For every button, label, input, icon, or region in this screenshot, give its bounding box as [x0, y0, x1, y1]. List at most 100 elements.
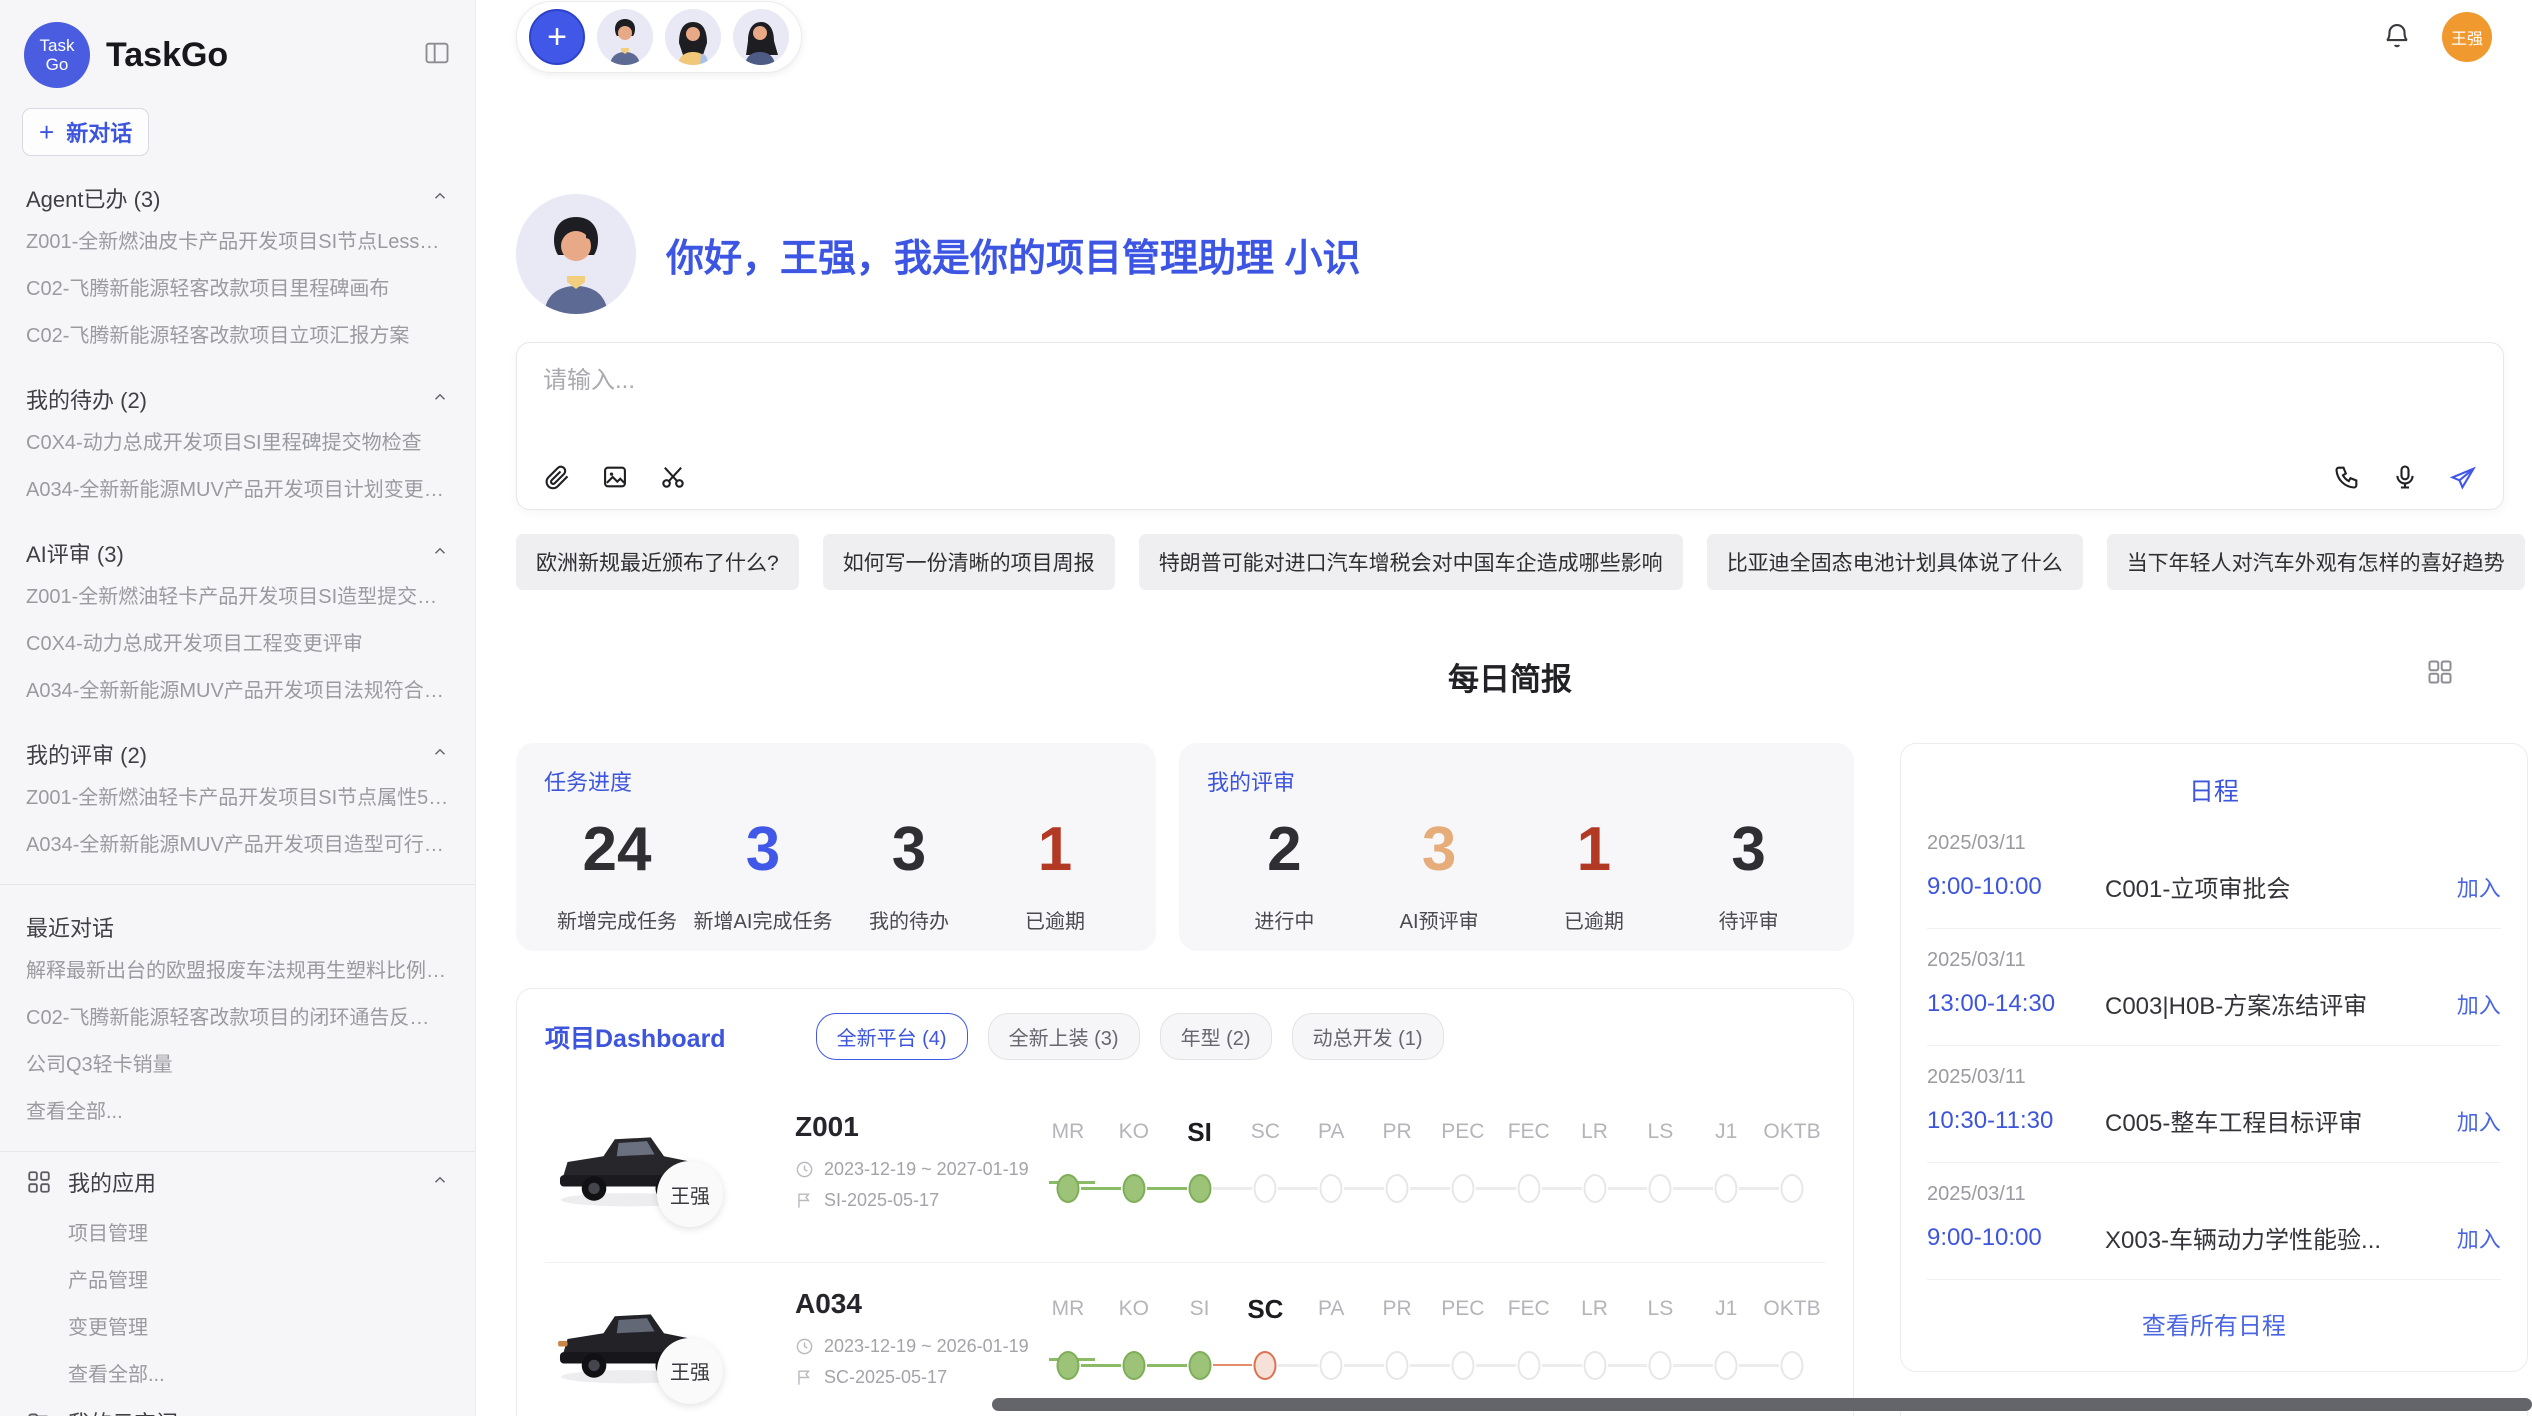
- attachment-icon[interactable]: [543, 463, 571, 491]
- divider: [0, 1151, 475, 1152]
- sidebar-item-cloud-space[interactable]: 我的云空间: [22, 1396, 453, 1416]
- milestone-connector: [1344, 1187, 1384, 1190]
- recent-chat-item[interactable]: 查看全部...: [22, 1086, 453, 1133]
- chat-input[interactable]: [543, 367, 2477, 395]
- section-header-recent: 最近对话: [26, 911, 449, 943]
- assistant-avatar[interactable]: [733, 9, 789, 65]
- new-chat-label: 新对话: [66, 116, 132, 148]
- sidebar-item[interactable]: C02-飞腾新能源轻客改款项目里程碑画布: [22, 263, 453, 310]
- milestone-label: SC: [1232, 1112, 1298, 1152]
- milestone-node: [1649, 1174, 1672, 1203]
- sidebar-item[interactable]: C02-飞腾新能源轻客改款项目立项汇报方案: [22, 310, 453, 357]
- app-item[interactable]: 变更管理: [22, 1302, 453, 1349]
- chevron-up-icon[interactable]: [431, 1169, 449, 1195]
- recent-list: 解释最新出台的欧盟报废车法规再生塑料比例被调至15%...C02-飞腾新能源轻客…: [22, 945, 453, 1133]
- view-all-schedule-link[interactable]: 查看所有日程: [1927, 1280, 2501, 1361]
- join-event-link[interactable]: 加入: [2457, 988, 2501, 1020]
- add-assistant-button[interactable]: +: [529, 9, 585, 65]
- milestone: LS: [1627, 1289, 1693, 1393]
- project-row[interactable]: 王强 Z001 2023-12-19 ~ 2027-01-19 SI-2025-…: [545, 1086, 1825, 1236]
- topbar: + 王强: [516, 0, 2504, 74]
- event-time: 13:00-14:30: [1927, 990, 2105, 1018]
- chevron-up-icon[interactable]: [431, 386, 449, 412]
- section-list-my-todo: C0X4-动力总成开发项目SI里程碑提交物检查A034-全新新能源MUV产品开发…: [22, 417, 453, 511]
- layout-grid-icon[interactable]: [2426, 658, 2454, 691]
- chevron-up-icon[interactable]: [431, 185, 449, 211]
- chevron-up-icon[interactable]: [431, 540, 449, 566]
- milestone-node: [1517, 1351, 1540, 1380]
- project-owner-badge: 王强: [657, 1161, 723, 1227]
- user-avatar[interactable]: 王强: [2442, 12, 2492, 62]
- greeting-text: 你好，王强，我是你的项目管理助理 小识: [666, 227, 1361, 282]
- sidebar-item[interactable]: C0X4-动力总成开发项目SI里程碑提交物检查: [22, 417, 453, 464]
- section-header-agent-done[interactable]: Agent已办 (3): [26, 182, 449, 214]
- scissors-icon[interactable]: [659, 463, 687, 491]
- clock-icon: [795, 1160, 814, 1179]
- dashboard-filter-chip[interactable]: 年型 (2): [1160, 1013, 1272, 1060]
- milestone-connector: [1344, 1364, 1384, 1367]
- app-title: TaskGo: [106, 36, 407, 75]
- stat-item: 1 已逾期: [982, 811, 1128, 934]
- join-event-link[interactable]: 加入: [2457, 871, 2501, 903]
- project-row[interactable]: 王强 A034 2023-12-19 ~ 2026-01-19 SC-2025-…: [545, 1262, 1825, 1412]
- section-header-ai-review[interactable]: AI评审 (3): [26, 537, 449, 569]
- notifications-bell-icon[interactable]: [2382, 20, 2412, 55]
- sidebar-item[interactable]: Z001-全新燃油皮卡产品开发项目SI节点Lesson Learn报告: [22, 216, 453, 263]
- sidebar-item[interactable]: A034-全新新能源MUV产品开发项目造型可行性评审: [22, 819, 453, 866]
- milestone-node: [1649, 1351, 1672, 1380]
- sidebar-item[interactable]: Z001-全新燃油轻卡产品开发项目SI节点属性5D文件评审: [22, 772, 453, 819]
- sidebar-item-my-apps[interactable]: 我的应用: [22, 1156, 453, 1208]
- cloud-space-label: 我的云空间: [68, 1406, 449, 1416]
- milestone: LR: [1562, 1289, 1628, 1393]
- microphone-icon[interactable]: [2391, 463, 2419, 491]
- sidebar-item[interactable]: A034-全新新能源MUV产品开发项目法规符合性评审: [22, 665, 453, 712]
- milestone-connector: [1081, 1187, 1121, 1190]
- join-event-link[interactable]: 加入: [2457, 1105, 2501, 1137]
- phone-call-icon[interactable]: [2333, 463, 2361, 491]
- recent-chat-item[interactable]: 公司Q3轻卡销量: [22, 1039, 453, 1086]
- dashboard-filter-chip[interactable]: 全新平台 (4): [816, 1013, 968, 1060]
- recent-chat-item[interactable]: 解释最新出台的欧盟报废车法规再生塑料比例被调至15%...: [22, 945, 453, 992]
- assistant-avatar[interactable]: [665, 9, 721, 65]
- event-time: 9:00-10:00: [1927, 1224, 2105, 1252]
- milestone: J1: [1693, 1112, 1759, 1216]
- app-item[interactable]: 产品管理: [22, 1255, 453, 1302]
- suggestion-chip[interactable]: 比亚迪全固态电池计划具体说了什么: [1707, 534, 2083, 590]
- suggestion-chip[interactable]: 当下年轻人对汽车外观有怎样的喜好趋势: [2107, 534, 2525, 590]
- horizontal-scrollbar[interactable]: [992, 1398, 2532, 1411]
- milestone-connector: [1608, 1364, 1648, 1367]
- suggestion-chip[interactable]: 如何写一份清晰的项目周报: [823, 534, 1115, 590]
- milestone-node: [1188, 1351, 1211, 1380]
- milestone-connector: [1673, 1364, 1713, 1367]
- milestone-strip: MR KO SI: [1035, 1283, 1825, 1393]
- dashboard-filter-chip[interactable]: 动总开发 (1): [1292, 1013, 1444, 1060]
- assistant-avatar[interactable]: [597, 9, 653, 65]
- collapse-sidebar-icon[interactable]: [423, 39, 451, 72]
- sidebar-item[interactable]: A034-全新新能源MUV产品开发项目计划变更表编写: [22, 464, 453, 511]
- milestone-node: [1254, 1174, 1277, 1203]
- dashboard-filter-chip[interactable]: 全新上装 (3): [988, 1013, 1140, 1060]
- recent-chat-item[interactable]: C02-飞腾新能源轻客改款项目的闭环通告反馈情况: [22, 992, 453, 1039]
- milestone: FEC: [1496, 1289, 1562, 1393]
- suggestion-chip[interactable]: 特朗普可能对进口汽车增税会对中国车企造成哪些影响: [1139, 534, 1683, 590]
- milestone-node: [1781, 1174, 1804, 1203]
- milestone-node: [1188, 1174, 1211, 1203]
- section-header-my-review[interactable]: 我的评审 (2): [26, 738, 449, 770]
- sidebar-item[interactable]: Z001-全新燃油轻卡产品开发项目SI造型提交物评审: [22, 571, 453, 618]
- suggestion-chip[interactable]: 欧洲新规最近颁布了什么?: [516, 534, 799, 590]
- section-header-my-todo[interactable]: 我的待办 (2): [26, 383, 449, 415]
- milestone-label: OKTB: [1759, 1289, 1825, 1329]
- image-upload-icon[interactable]: [601, 463, 629, 491]
- chevron-up-icon[interactable]: [431, 741, 449, 767]
- sidebar-header: Task Go TaskGo: [22, 18, 453, 108]
- sidebar-item[interactable]: C0X4-动力总成开发项目工程变更评审: [22, 618, 453, 665]
- briefing-right-column: 日程 2025/03/11 9:00-10:00 C001-立项审批会 加入: [1900, 743, 2528, 1416]
- app-item[interactable]: 查看全部...: [22, 1349, 453, 1396]
- join-event-link[interactable]: 加入: [2457, 1222, 2501, 1254]
- new-chat-button[interactable]: + 新对话: [22, 108, 149, 156]
- folder-icon: [26, 1409, 52, 1416]
- project-info: Z001 2023-12-19 ~ 2027-01-19 SI-2025-05-…: [795, 1111, 1035, 1211]
- send-icon[interactable]: [2449, 463, 2477, 491]
- app-item[interactable]: 项目管理: [22, 1208, 453, 1255]
- milestone-node: [1254, 1351, 1277, 1380]
